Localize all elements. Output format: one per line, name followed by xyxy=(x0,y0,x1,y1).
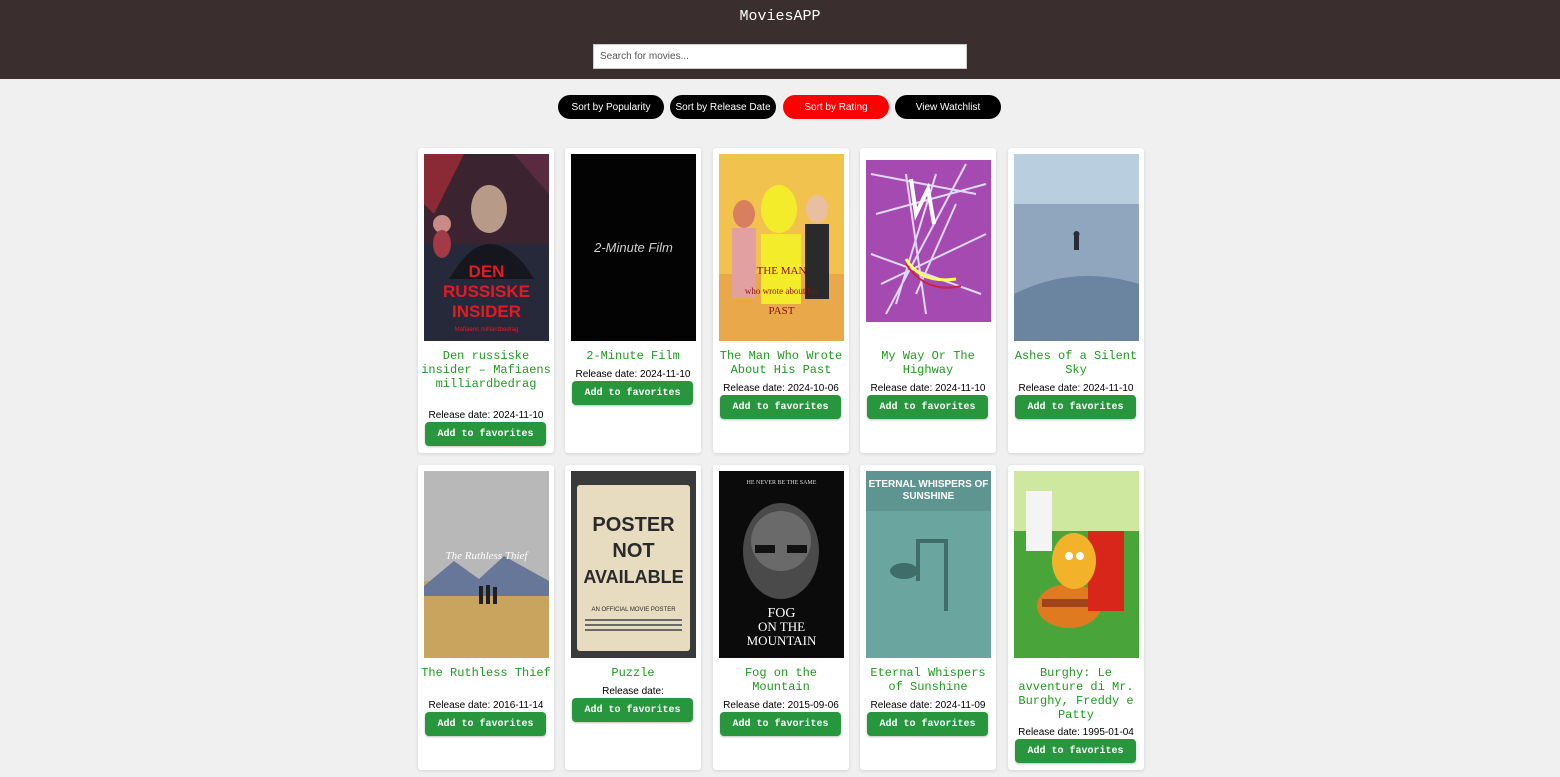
movie-poster[interactable]: POSTER NOT AVAILABLE AN OFFICIAL MOVIE P… xyxy=(571,471,696,658)
sort-by-popularity-button[interactable]: Sort by Popularity xyxy=(558,95,664,119)
release-date: Release date: xyxy=(602,686,664,697)
movie-poster[interactable]: The Ruthless Thief xyxy=(424,471,549,658)
view-watchlist-button[interactable]: View Watchlist xyxy=(895,95,1001,119)
svg-text:INSIDER: INSIDER xyxy=(452,302,521,321)
movie-card[interactable]: Burghy: Le avventure di Mr. Burghy, Fred… xyxy=(1008,465,1144,770)
release-date: Release date: 2024-11-09 xyxy=(870,700,986,711)
sort-by-release-date-button[interactable]: Sort by Release Date xyxy=(670,95,776,119)
svg-text:POSTER: POSTER xyxy=(592,514,675,536)
movie-title[interactable]: Puzzle xyxy=(567,666,699,680)
svg-text:ETERNAL WHISPERS OF: ETERNAL WHISPERS OF xyxy=(869,479,989,490)
movie-card[interactable]: ETERNAL WHISPERS OF SUNSHINE Eternal Whi… xyxy=(860,465,996,770)
svg-text:AN OFFICIAL MOVIE POSTER: AN OFFICIAL MOVIE POSTER xyxy=(591,607,676,613)
add-to-favorites-button[interactable]: Add to favorites xyxy=(867,395,988,419)
add-to-favorites-button[interactable]: Add to favorites xyxy=(1015,395,1136,419)
release-date: Release date: 1995-01-04 xyxy=(1018,727,1134,738)
svg-text:DEN: DEN xyxy=(469,262,505,281)
movie-card[interactable]: The Ruthless Thief The Ruthless Thief Re… xyxy=(418,465,554,770)
movie-poster[interactable]: THE MAN who wrote about his PAST xyxy=(719,154,844,341)
movie-poster[interactable] xyxy=(866,154,991,341)
movie-title[interactable]: Ashes of a Silent Sky xyxy=(1010,349,1142,377)
movie-title[interactable]: My Way Or The Highway xyxy=(862,349,994,377)
add-to-favorites-button[interactable]: Add to favorites xyxy=(1015,739,1136,763)
movie-poster[interactable]: DEN RUSSISKE INSIDER Mafiaens milliardbe… xyxy=(424,154,549,341)
svg-text:SUNSHINE: SUNSHINE xyxy=(903,491,955,502)
svg-text:RUSSISKE: RUSSISKE xyxy=(443,282,530,301)
app-header: MoviesAPP xyxy=(0,0,1560,79)
add-to-favorites-button[interactable]: Add to favorites xyxy=(425,712,546,736)
release-date: Release date: 2024-10-06 xyxy=(723,383,839,394)
add-to-favorites-button[interactable]: Add to favorites xyxy=(720,395,841,419)
movie-poster[interactable]: ETERNAL WHISPERS OF SUNSHINE xyxy=(866,471,991,658)
svg-text:NOT: NOT xyxy=(612,540,654,562)
movie-title[interactable]: Burghy: Le avventure di Mr. Burghy, Fred… xyxy=(1010,666,1142,722)
svg-text:PAST: PAST xyxy=(769,305,795,317)
svg-text:Mafiaens milliardbedrag: Mafiaens milliardbedrag xyxy=(455,327,519,333)
svg-text:THE MAN: THE MAN xyxy=(757,265,807,277)
add-to-favorites-button[interactable]: Add to favorites xyxy=(720,712,841,736)
svg-text:MOUNTAIN: MOUNTAIN xyxy=(747,633,817,648)
svg-text:ON THE: ON THE xyxy=(758,619,805,634)
movie-card[interactable]: POSTER NOT AVAILABLE AN OFFICIAL MOVIE P… xyxy=(565,465,701,770)
movie-card[interactable]: THE MAN who wrote about his PAST The Man… xyxy=(713,148,849,453)
svg-text:who wrote about his: who wrote about his xyxy=(745,286,819,296)
movie-title[interactable]: 2-Minute Film xyxy=(567,349,699,363)
search-input[interactable] xyxy=(593,44,967,69)
movie-poster[interactable] xyxy=(1014,471,1139,658)
release-date: Release date: 2015-09-06 xyxy=(723,700,839,711)
movie-poster[interactable]: HE NEVER BE THE SAME FOG ON THE MOUNTAIN xyxy=(719,471,844,658)
release-date: Release date: 2024-11-10 xyxy=(428,410,544,421)
movie-title[interactable]: Eternal Whispers of Sunshine xyxy=(862,666,994,694)
svg-text:2-Minute Film: 2-Minute Film xyxy=(593,240,673,255)
add-to-favorites-button[interactable]: Add to favorites xyxy=(425,422,546,446)
movie-title[interactable]: Den russiske insider – Mafiaens milliard… xyxy=(420,349,552,391)
release-date: Release date: 2016-11-14 xyxy=(428,700,544,711)
movie-card[interactable]: HE NEVER BE THE SAME FOG ON THE MOUNTAIN… xyxy=(713,465,849,770)
movie-card[interactable]: 2-Minute Film 2-Minute Film Release date… xyxy=(565,148,701,453)
movie-title[interactable]: Fog on the Mountain xyxy=(715,666,847,694)
sort-by-rating-button[interactable]: Sort by Rating xyxy=(783,95,889,119)
movie-poster[interactable] xyxy=(1014,154,1139,341)
movie-poster[interactable]: 2-Minute Film xyxy=(571,154,696,341)
movie-card[interactable]: DEN RUSSISKE INSIDER Mafiaens milliardbe… xyxy=(418,148,554,453)
add-to-favorites-button[interactable]: Add to favorites xyxy=(572,698,693,722)
add-to-favorites-button[interactable]: Add to favorites xyxy=(867,712,988,736)
release-date: Release date: 2024-11-10 xyxy=(870,383,986,394)
release-date: Release date: 2024-11-10 xyxy=(575,369,691,380)
app-title: MoviesAPP xyxy=(739,8,821,25)
movie-title[interactable]: The Man Who Wrote About His Past xyxy=(715,349,847,377)
svg-text:The Ruthless Thief: The Ruthless Thief xyxy=(446,550,530,562)
movie-card[interactable]: Ashes of a Silent Sky Release date: 2024… xyxy=(1008,148,1144,453)
movie-title[interactable]: The Ruthless Thief xyxy=(420,666,552,680)
movie-card[interactable]: My Way Or The Highway Release date: 2024… xyxy=(860,148,996,453)
svg-text:AVAILABLE: AVAILABLE xyxy=(583,567,683,587)
add-to-favorites-button[interactable]: Add to favorites xyxy=(572,381,693,405)
svg-text:HE NEVER BE THE SAME: HE NEVER BE THE SAME xyxy=(747,480,817,486)
release-date: Release date: 2024-11-10 xyxy=(1018,383,1134,394)
